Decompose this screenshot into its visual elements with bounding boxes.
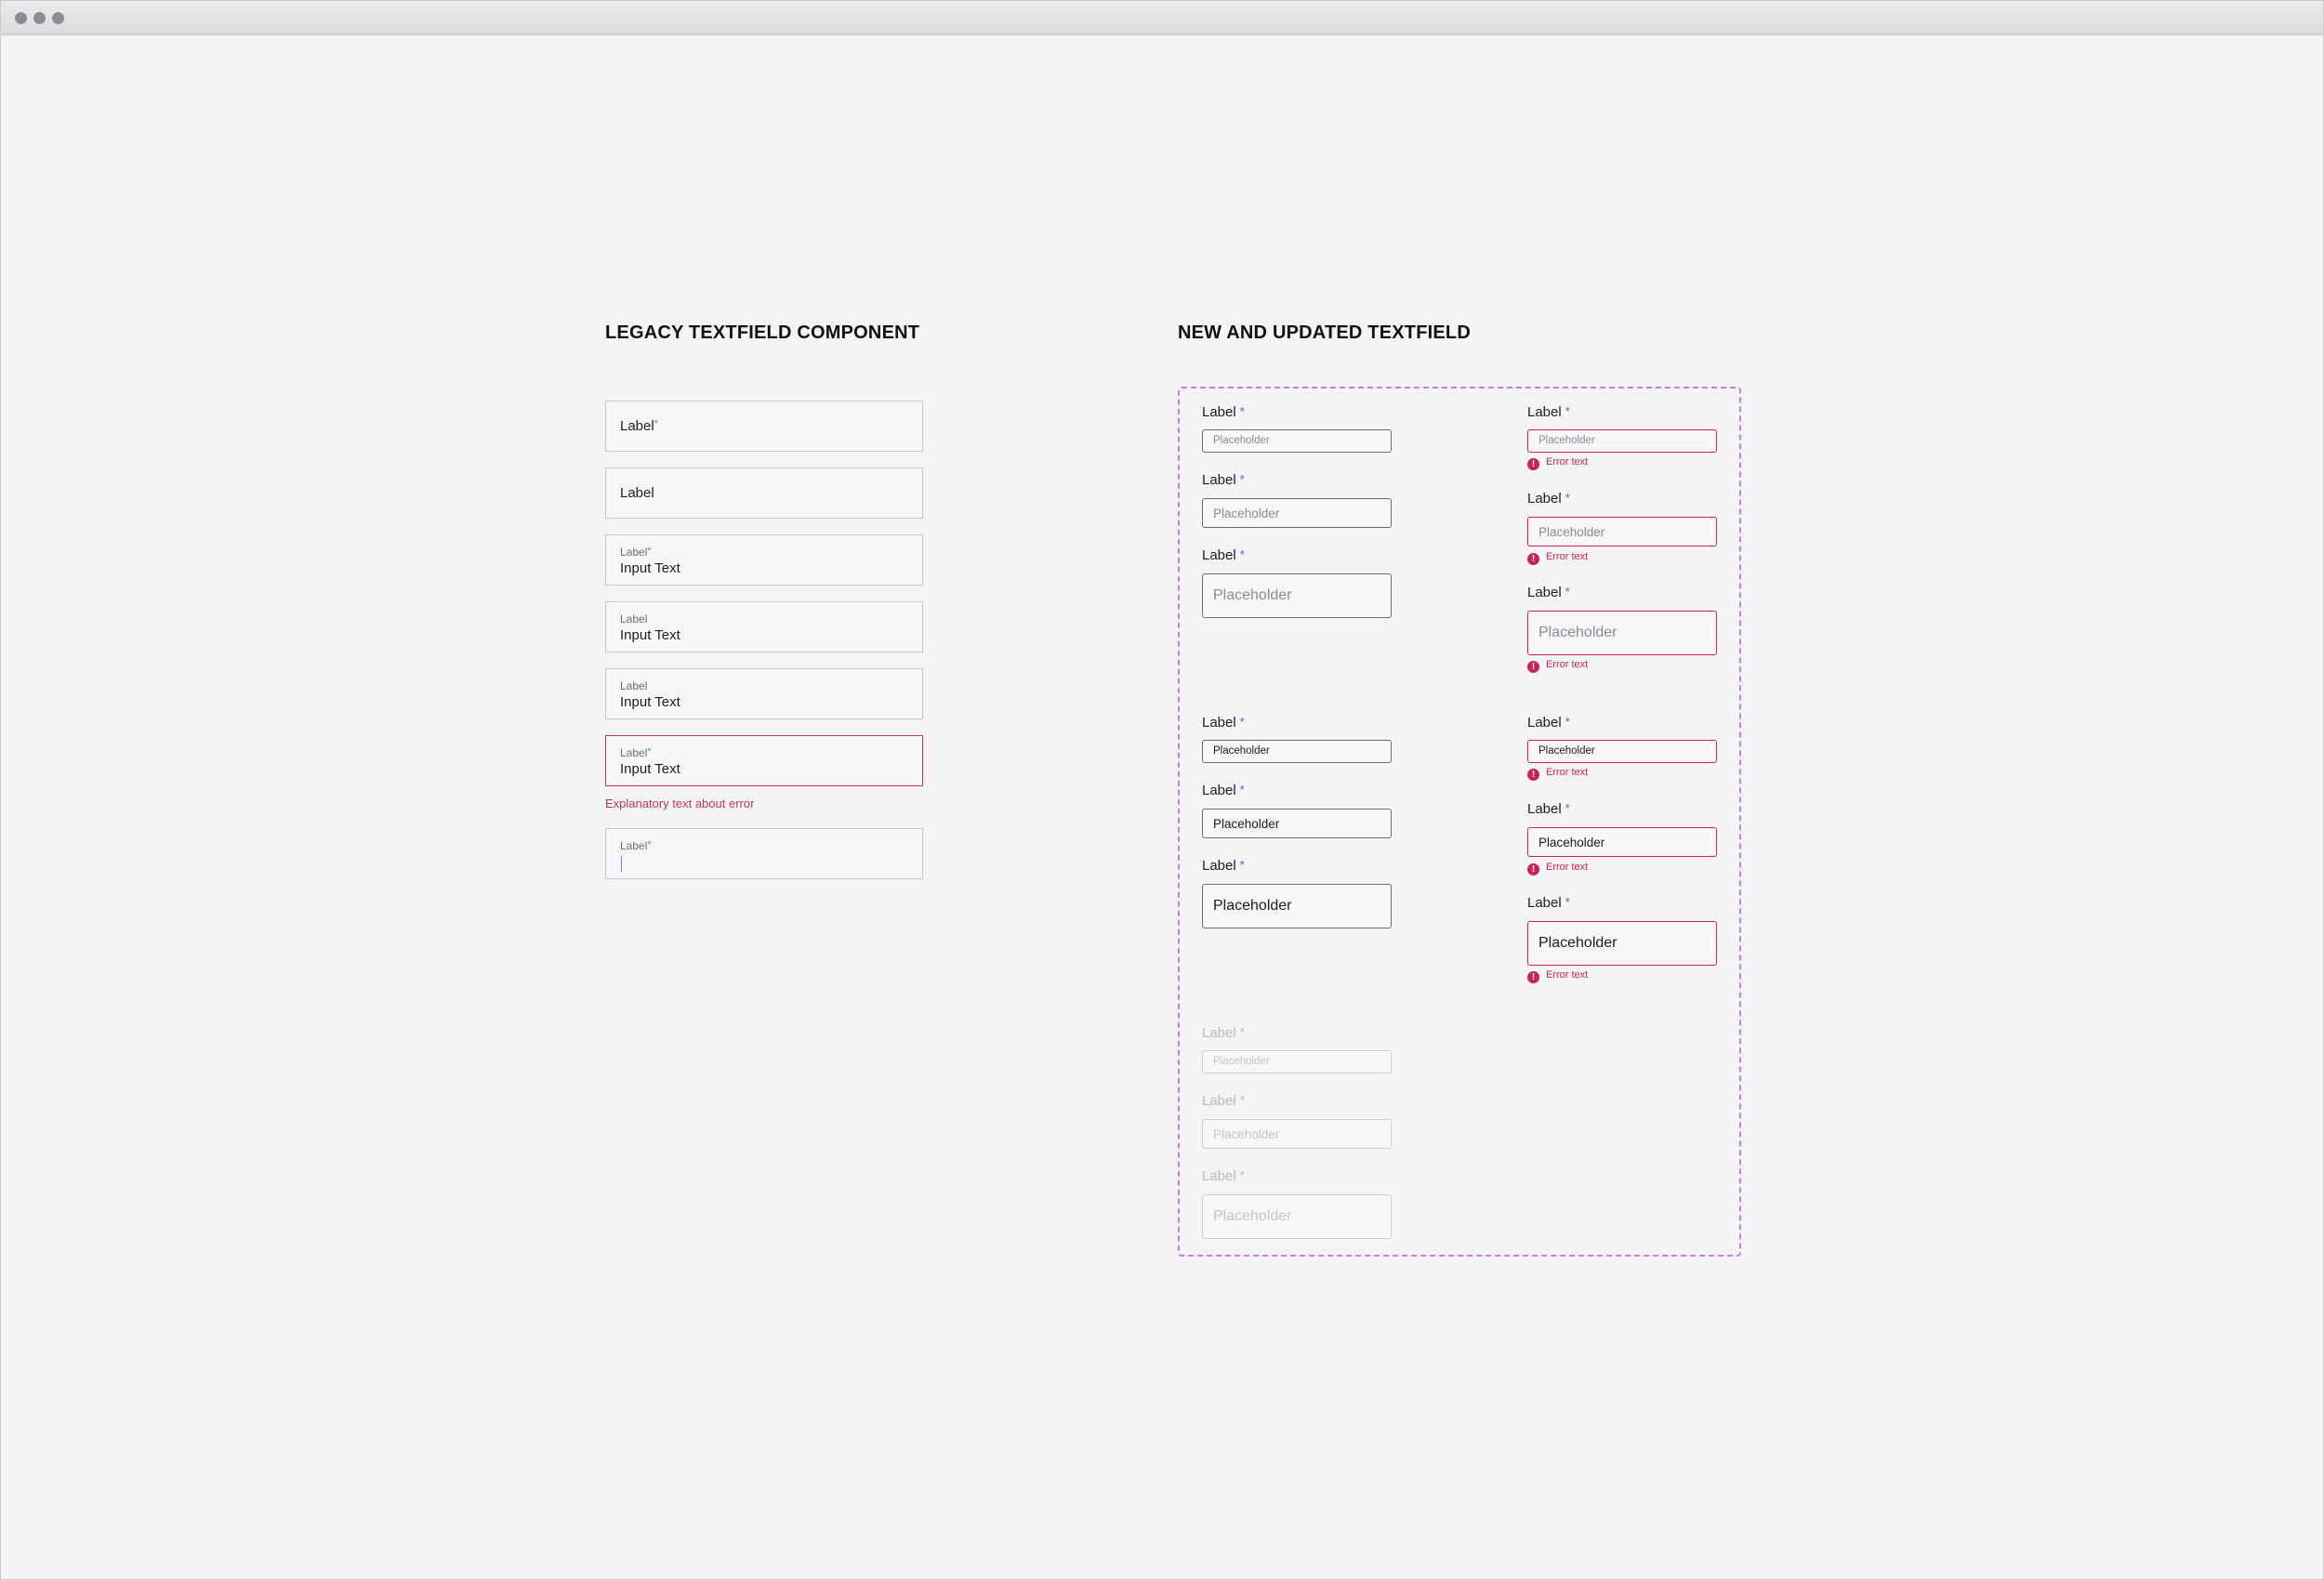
app-window: LEGACY TEXTFIELD COMPONENT Label* Label … [0,0,2324,1580]
field-label: Label* [1202,404,1245,420]
title-bar [1,1,2323,35]
field-label: Label* [1527,715,1570,731]
field-value: Input Text [620,560,680,576]
textfield-large[interactable]: Placeholder [1202,573,1392,618]
error-icon: ! [1527,458,1539,470]
legacy-textfield-empty[interactable]: Label [605,467,923,519]
field-label: Label* [620,418,658,434]
textfield-large-filled[interactable]: Placeholder [1202,884,1392,928]
field-label: Label* [1202,1093,1245,1109]
field-value: Input Text [620,694,680,710]
error-message: ! Error text [1527,969,1588,983]
field-label: Label [620,679,648,692]
textfield-medium[interactable]: Placeholder [1202,498,1392,528]
field-label: Label* [1202,472,1245,488]
error-message: ! Error text [1527,551,1588,565]
field-label: Label [620,485,654,501]
error-icon: ! [1527,769,1539,781]
error-message: ! Error text [1527,767,1588,781]
zoom-window-button[interactable] [52,12,64,24]
field-label: Label* [1202,547,1245,563]
field-label: Label* [1527,491,1570,507]
new-section-title: NEW AND UPDATED TEXTFIELD [1178,323,1471,343]
error-icon: ! [1527,971,1539,983]
minimize-window-button[interactable] [33,12,46,24]
legacy-textfield-required-filled[interactable]: Label* Input Text [605,534,923,586]
textfield-small-filled-error[interactable]: Placeholder [1527,740,1717,763]
field-label: Label* [1527,895,1570,911]
textfield-large-filled-error[interactable]: Placeholder [1527,921,1717,966]
field-label: Label* [1527,585,1570,600]
textfield-medium-filled[interactable]: Placeholder [1202,809,1392,838]
error-icon: ! [1527,661,1539,673]
field-label: Label* [620,746,652,759]
field-label: Label* [1202,1025,1245,1041]
textfield-medium-disabled: Placeholder [1202,1119,1392,1149]
textfield-small-filled[interactable]: Placeholder [1202,740,1392,763]
textfield-large-error[interactable]: Placeholder [1527,611,1717,655]
textfield-medium-error[interactable]: Placeholder [1527,517,1717,546]
field-label: Label* [1202,858,1245,874]
textfield-small[interactable]: Placeholder [1202,429,1392,453]
field-label: Label* [1202,1168,1245,1184]
field-label: Label [620,612,648,625]
error-message: ! Error text [1527,659,1588,673]
legacy-textfield-error[interactable]: Label* Input Text [605,735,923,786]
field-value: Input Text [620,627,680,643]
legacy-textfield-focused[interactable]: Label* [605,828,923,879]
legacy-textfield-filled[interactable]: Label Input Text [605,668,923,719]
legacy-section-title: LEGACY TEXTFIELD COMPONENT [605,323,920,343]
error-icon: ! [1527,553,1539,565]
legacy-error-message: Explanatory text about error [605,797,755,810]
field-label: Label* [1527,404,1570,420]
field-label: Label* [620,546,652,559]
field-label: Label* [1202,783,1245,798]
field-value: Input Text [620,761,680,777]
error-message: ! Error text [1527,862,1588,876]
textfield-small-disabled: Placeholder [1202,1050,1392,1073]
textfield-large-disabled: Placeholder [1202,1194,1392,1239]
legacy-textfield-required-empty[interactable]: Label* [605,401,923,452]
error-message: ! Error text [1527,456,1588,470]
text-cursor [621,856,622,872]
close-window-button[interactable] [15,12,27,24]
legacy-textfield-filled[interactable]: Label Input Text [605,601,923,652]
field-label: Label* [620,839,652,852]
field-label: Label* [1202,715,1245,731]
field-label: Label* [1527,801,1570,817]
textfield-medium-filled-error[interactable]: Placeholder [1527,827,1717,857]
error-icon: ! [1527,863,1539,876]
textfield-small-error[interactable]: Placeholder [1527,429,1717,453]
